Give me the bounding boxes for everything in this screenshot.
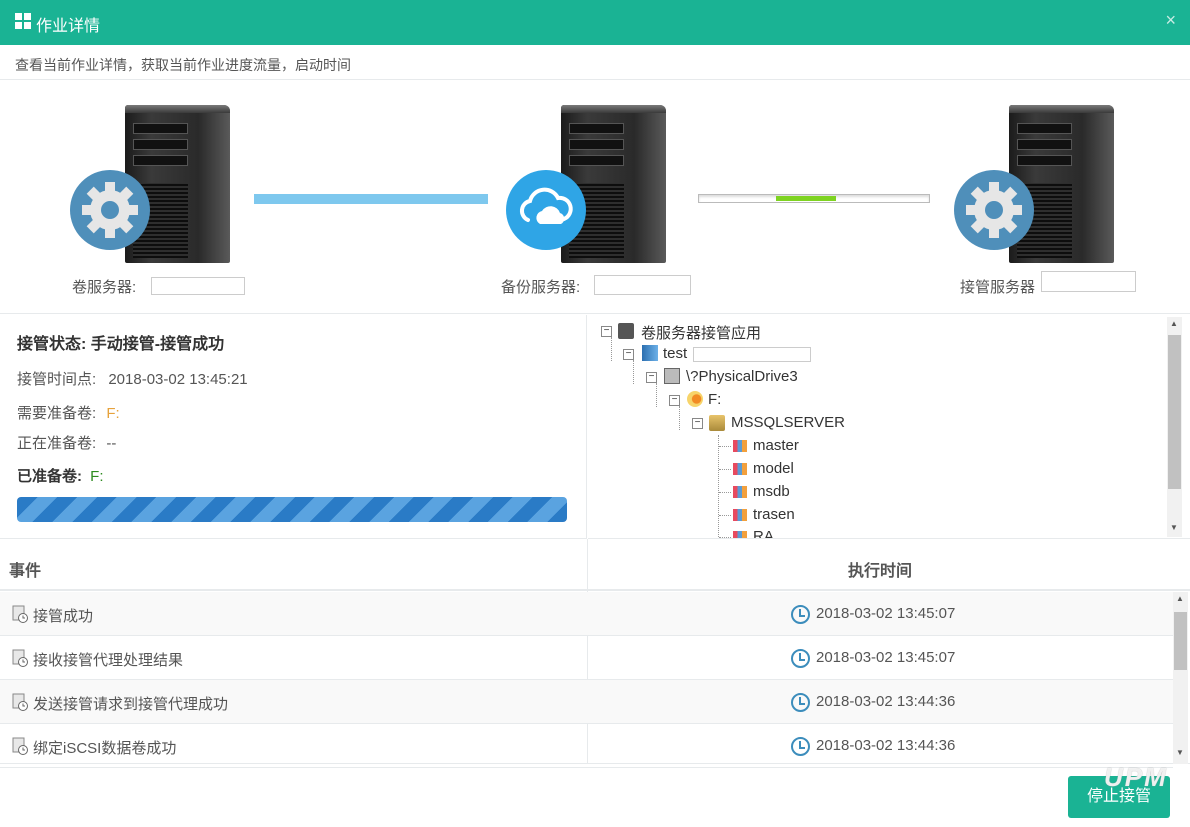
- event-text: 发送接管请求到接管代理成功: [33, 696, 229, 713]
- backup-takeover-flow-bar: [698, 194, 930, 203]
- ready-volume-label: 已准备卷:: [17, 468, 82, 485]
- database-icon: [733, 531, 747, 538]
- tree-host-label: test: [663, 345, 688, 362]
- volume-backup-link: [254, 194, 488, 204]
- server-topology: 卷服务器: 备份服务器: 接管服务器: [0, 80, 1190, 314]
- clock-icon: [791, 737, 810, 756]
- host-icon: [642, 345, 658, 361]
- backup-server: [506, 100, 696, 270]
- takeover-time-label: 接管时间点:: [17, 371, 97, 388]
- table-row[interactable]: 发送接管请求到接管代理成功 2018-03-02 13:44:36: [0, 680, 1173, 724]
- collapse-toggle-icon[interactable]: −: [601, 326, 612, 337]
- grid-icon: [15, 13, 31, 29]
- event-text: 接管成功: [33, 608, 94, 625]
- dialog-titlebar: 作业详情 ×: [0, 0, 1190, 45]
- ready-volume-row: 已准备卷: F:: [17, 465, 104, 486]
- column-header-event[interactable]: 事件: [9, 557, 41, 581]
- takeover-server: [954, 100, 1144, 270]
- takeover-status-panel: 接管状态: 手动接管-接管成功 接管时间点: 2018-03-02 13:45:…: [0, 315, 587, 539]
- preparing-volume-value: --: [106, 435, 117, 452]
- gear-icon: [954, 170, 1034, 250]
- table-row[interactable]: 接管成功 2018-03-02 13:45:07: [0, 592, 1173, 636]
- gear-icon: [70, 170, 150, 250]
- event-time: 2018-03-02 13:45:07: [816, 605, 956, 622]
- tree-database[interactable]: model: [753, 460, 794, 477]
- preparing-volume-label: 正在准备卷:: [17, 435, 97, 452]
- tree-instance[interactable]: MSSQLSERVER: [731, 414, 845, 431]
- ready-volume-value: F:: [90, 468, 104, 485]
- table-scrollbar[interactable]: ▲ ▼: [1173, 592, 1188, 764]
- table-row[interactable]: 绑定iSCSI数据卷成功 2018-03-02 13:44:36: [0, 724, 1173, 768]
- takeover-server-label: 接管服务器: [960, 279, 1036, 296]
- clock-icon: [791, 605, 810, 624]
- volume-server: [70, 100, 260, 270]
- scroll-down-icon[interactable]: ▼: [1170, 523, 1178, 532]
- backup-server-name-field: [594, 275, 691, 295]
- volume-server-label: 卷服务器:: [72, 279, 137, 296]
- preparing-volume-row: 正在准备卷: --: [17, 432, 116, 453]
- event-log-icon: [12, 605, 28, 623]
- clock-icon: [791, 693, 810, 712]
- takeover-state-row: 接管状态: 手动接管-接管成功: [17, 330, 224, 354]
- volume-icon: [687, 391, 703, 407]
- database-icon: [733, 509, 747, 521]
- tree-database[interactable]: msdb: [753, 483, 790, 500]
- event-time: 2018-03-02 13:44:36: [816, 737, 956, 754]
- cloud-icon: [506, 170, 586, 250]
- scroll-up-icon[interactable]: ▲: [1176, 594, 1184, 603]
- event-time: 2018-03-02 13:44:36: [816, 693, 956, 710]
- dialog-description: 查看当前作业详情，获取当前作业进度流量，启动时间: [0, 45, 1190, 80]
- need-volume-row: 需要准备卷: F:: [17, 402, 120, 423]
- volume-server-name-field: [151, 277, 245, 295]
- takeover-server-name-field: [1041, 271, 1136, 292]
- database-icon: [733, 463, 747, 475]
- event-log-icon: [12, 737, 28, 755]
- tree-drive[interactable]: \?PhysicalDrive3: [686, 368, 798, 385]
- description-text: 查看当前作业详情，获取当前作业进度流量，启动时间: [15, 57, 351, 73]
- scroll-up-icon[interactable]: ▲: [1170, 319, 1178, 328]
- takeover-state-value: 手动接管-接管成功: [90, 336, 225, 353]
- column-header-time[interactable]: 执行时间: [848, 557, 912, 581]
- flow-progress-fill: [776, 196, 836, 201]
- event-time: 2018-03-02 13:45:07: [816, 649, 956, 666]
- backup-server-label: 备份服务器:: [501, 279, 581, 296]
- dialog-title: 作业详情: [36, 18, 101, 35]
- need-volume-label: 需要准备卷:: [17, 405, 97, 422]
- disk-icon: [664, 368, 680, 384]
- event-log-icon: [12, 693, 28, 711]
- tree-database[interactable]: RA: [753, 528, 774, 538]
- takeover-time-value: 2018-03-02 13:45:21: [108, 371, 248, 388]
- clock-icon: [791, 649, 810, 668]
- need-volume-value: F:: [106, 405, 120, 422]
- tree-host[interactable]: test: [663, 345, 812, 362]
- event-table: 事件 执行时间 接管成功 2018-03-02 13:45:07 接收接管代理处…: [0, 539, 1190, 768]
- tree-database[interactable]: trasen: [753, 506, 795, 523]
- watermark-logo: UPM: [1104, 762, 1168, 792]
- database-icon: [733, 486, 747, 498]
- database-instance-icon: [709, 415, 725, 431]
- collapse-toggle-icon[interactable]: −: [646, 372, 657, 383]
- event-text: 接收接管代理处理结果: [33, 652, 184, 669]
- scroll-down-icon[interactable]: ▼: [1176, 748, 1184, 757]
- event-text: 绑定iSCSI数据卷成功: [33, 740, 177, 757]
- scrollbar-thumb[interactable]: [1174, 612, 1187, 670]
- close-icon[interactable]: ×: [1165, 10, 1176, 31]
- tree-scrollbar[interactable]: ▲ ▼: [1167, 317, 1182, 537]
- takeover-time-row: 接管时间点: 2018-03-02 13:45:21: [17, 368, 248, 389]
- table-row[interactable]: 接收接管代理处理结果 2018-03-02 13:45:07: [0, 636, 1173, 680]
- takeover-state-label: 接管状态:: [17, 336, 87, 353]
- collapse-toggle-icon[interactable]: −: [669, 395, 680, 406]
- collapse-toggle-icon[interactable]: −: [692, 418, 703, 429]
- table-header: 事件 执行时间: [0, 539, 1190, 591]
- tree-root[interactable]: 卷服务器接管应用: [641, 322, 761, 343]
- server-group-icon: [618, 323, 634, 339]
- application-tree: − 卷服务器接管应用 − test − \?PhysicalDrive3 − F…: [588, 315, 1190, 539]
- tree-volume[interactable]: F:: [708, 391, 721, 408]
- takeover-progress-bar: [17, 497, 567, 522]
- tree-database[interactable]: master: [753, 437, 799, 454]
- collapse-toggle-icon[interactable]: −: [623, 349, 634, 360]
- database-icon: [733, 440, 747, 452]
- scrollbar-thumb[interactable]: [1168, 335, 1181, 489]
- event-log-icon: [12, 649, 28, 667]
